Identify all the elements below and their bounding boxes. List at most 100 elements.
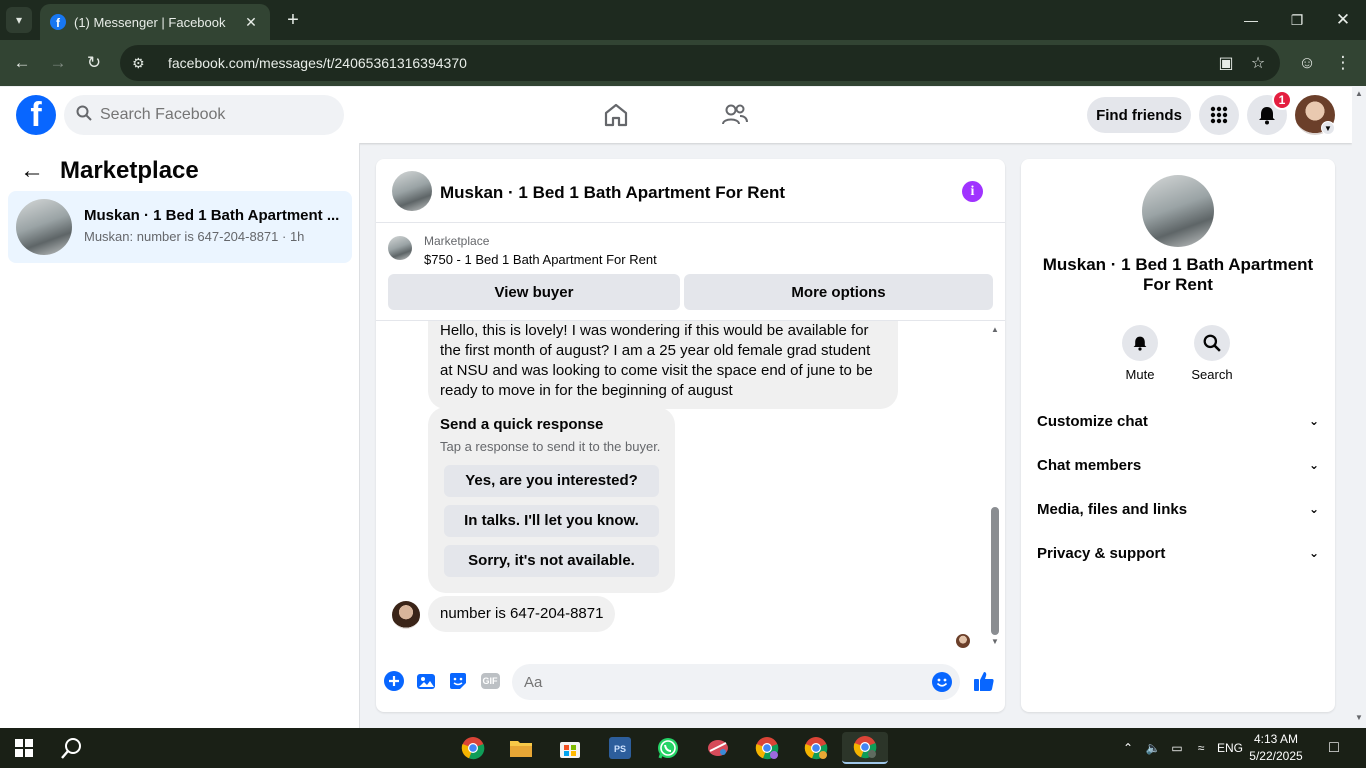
page-scroll-down-icon[interactable]: ▼ <box>1354 713 1364 722</box>
mute-bell-icon <box>1122 325 1158 361</box>
photoshop-icon[interactable]: PS <box>604 732 636 764</box>
profile-icon[interactable]: ☺ <box>1294 50 1320 76</box>
page-scrollbar[interactable]: ▲ ▼ <box>1352 87 1366 728</box>
system-clock[interactable]: 4:13 AM 5/22/2025 <box>1246 731 1306 765</box>
microsoft-store-icon[interactable] <box>554 732 586 764</box>
chrome-profile-icon[interactable] <box>751 732 783 764</box>
minimize-icon[interactable]: — <box>1228 0 1274 40</box>
whatsapp-icon[interactable] <box>652 732 684 764</box>
listing-thumbnail <box>16 199 72 255</box>
chrome-icon[interactable] <box>457 732 489 764</box>
facebook-search[interactable] <box>64 95 344 135</box>
chevron-down-icon: ⌄ <box>1308 546 1319 560</box>
section-label: Chat members <box>1037 456 1142 474</box>
message-composer: GIF <box>376 659 1005 707</box>
account-chevron-down-icon[interactable]: ▼ <box>1321 121 1335 135</box>
section-label: Customize chat <box>1037 412 1148 430</box>
info-icon[interactable]: i <box>962 181 983 202</box>
quick-response-title: Send a quick response <box>440 416 604 433</box>
facebook-search-input[interactable] <box>100 106 320 124</box>
install-app-icon[interactable]: ▣ <box>1212 45 1240 81</box>
show-hidden-icons-chevron-up-icon[interactable]: ⌃ <box>1118 728 1138 768</box>
thumbs-up-icon[interactable] <box>972 669 996 693</box>
new-tab-icon[interactable]: + <box>282 8 304 32</box>
quick-response-option[interactable]: Yes, are you interested? <box>444 465 659 497</box>
chat-scrollbar[interactable]: ▲ ▼ <box>990 325 1000 647</box>
language-indicator[interactable]: ENG <box>1214 728 1246 768</box>
notification-center-icon[interactable]: □ <box>1320 728 1348 768</box>
chat-details-panel: Muskan · 1 Bed 1 Bath Apartment For Rent… <box>1021 159 1335 712</box>
wifi-icon[interactable]: ≈ <box>1190 728 1212 768</box>
quick-response-option[interactable]: In talks. I'll let you know. <box>444 505 659 537</box>
browser-tab[interactable]: f (1) Messenger | Facebook ✕ <box>40 4 270 40</box>
sender-avatar[interactable] <box>392 601 420 629</box>
chevron-down-icon: ⌄ <box>1308 458 1319 472</box>
back-arrow-icon[interactable]: ← <box>20 157 44 185</box>
scroll-up-icon[interactable]: ▲ <box>990 325 1000 334</box>
facebook-logo-icon[interactable]: f <box>16 95 56 135</box>
battery-icon[interactable]: ▭ <box>1166 728 1188 768</box>
listing-title[interactable]: $750 - 1 Bed 1 Bath Apartment For Rent <box>424 252 657 267</box>
windows-start-icon[interactable] <box>8 732 40 764</box>
message-input-wrapper[interactable] <box>512 664 960 700</box>
chevron-down-icon: ⌄ <box>1308 502 1319 516</box>
reload-icon[interactable]: ↻ <box>81 50 107 76</box>
quick-response-option[interactable]: Sorry, it's not available. <box>444 545 659 577</box>
emoji-icon[interactable] <box>932 672 952 692</box>
seen-receipt-avatar <box>956 634 970 648</box>
details-listing-photo[interactable] <box>1142 175 1214 247</box>
scroll-down-icon[interactable]: ▼ <box>990 637 1000 646</box>
snipping-tool-icon[interactable] <box>702 732 734 764</box>
gif-icon[interactable]: GIF <box>479 670 501 692</box>
conversation-item[interactable]: Muskan · 1 Bed 1 Bath Apartment ... Musk… <box>8 191 352 263</box>
search-label: Search <box>1191 367 1233 382</box>
tab-title: (1) Messenger | Facebook <box>74 14 226 30</box>
section-label: Media, files and links <box>1037 500 1188 518</box>
chrome-active-icon[interactable] <box>842 732 888 764</box>
clock-date: 5/22/2025 <box>1249 749 1303 763</box>
sticker-icon[interactable] <box>447 670 469 692</box>
plus-icon[interactable] <box>383 670 405 692</box>
tab-search-dropdown-icon[interactable]: ▾ <box>6 7 32 33</box>
message-bubble: number is 647-204-8871 <box>428 596 616 632</box>
facebook-header: f Find friends <box>0 87 1352 143</box>
view-buyer-button[interactable]: View buyer <box>388 274 680 310</box>
taskbar-search-icon[interactable] <box>56 732 88 764</box>
chat-title[interactable]: Muskan · 1 Bed 1 Bath Apartment For Rent <box>440 183 785 203</box>
site-info-icon[interactable]: ⚙ <box>132 55 154 72</box>
browser-menu-icon[interactable]: ⋮ <box>1330 50 1356 76</box>
browser-tab-bar: ▾ f (1) Messenger | Facebook ✕ + — ❐ ✕ <box>0 0 1366 40</box>
page-title: ← Marketplace <box>20 157 199 185</box>
find-friends-button[interactable]: Find friends <box>1087 97 1191 133</box>
privacy-support-section[interactable]: Privacy & support ⌄ <box>1029 533 1327 573</box>
file-explorer-icon[interactable] <box>505 732 537 764</box>
mute-button[interactable]: Mute <box>1110 325 1170 382</box>
chat-members-section[interactable]: Chat members ⌄ <box>1029 445 1327 485</box>
chrome-profile-icon[interactable] <box>800 732 832 764</box>
bookmark-star-icon[interactable]: ☆ <box>1244 45 1272 81</box>
close-tab-icon[interactable]: ✕ <box>242 14 260 31</box>
page-scroll-up-icon[interactable]: ▲ <box>1354 89 1364 98</box>
more-options-button[interactable]: More options <box>684 274 993 310</box>
photo-icon[interactable] <box>415 670 437 692</box>
close-window-icon[interactable]: ✕ <box>1320 0 1366 40</box>
message-input[interactable] <box>524 673 904 691</box>
quick-response-subtitle: Tap a response to send it to the buyer. <box>440 439 661 454</box>
search-icon <box>76 105 100 125</box>
menu-grid-icon[interactable] <box>1199 95 1239 135</box>
customize-chat-section[interactable]: Customize chat ⌄ <box>1029 401 1327 441</box>
section-label: Privacy & support <box>1037 544 1166 562</box>
media-files-links-section[interactable]: Media, files and links ⌄ <box>1029 489 1327 529</box>
forward-icon[interactable]: → <box>45 50 71 76</box>
chat-listing-thumbnail[interactable] <box>392 171 432 211</box>
windows-taskbar: PS ⌃ 🔈 ▭ ≈ ENG 4:13 AM 5/22/2025 □ <box>0 728 1366 768</box>
restore-icon[interactable]: ❐ <box>1274 0 1320 40</box>
friends-icon[interactable] <box>717 99 753 131</box>
scrollbar-thumb[interactable] <box>991 507 999 635</box>
search-in-chat-button[interactable]: Search <box>1182 325 1242 382</box>
back-icon[interactable]: ← <box>9 50 35 76</box>
volume-icon[interactable]: 🔈 <box>1142 728 1164 768</box>
home-icon[interactable] <box>598 99 634 131</box>
quick-response-card: Send a quick response Tap a response to … <box>428 407 675 593</box>
address-bar[interactable]: ⚙ facebook.com/messages/t/24065361316394… <box>120 45 1280 81</box>
